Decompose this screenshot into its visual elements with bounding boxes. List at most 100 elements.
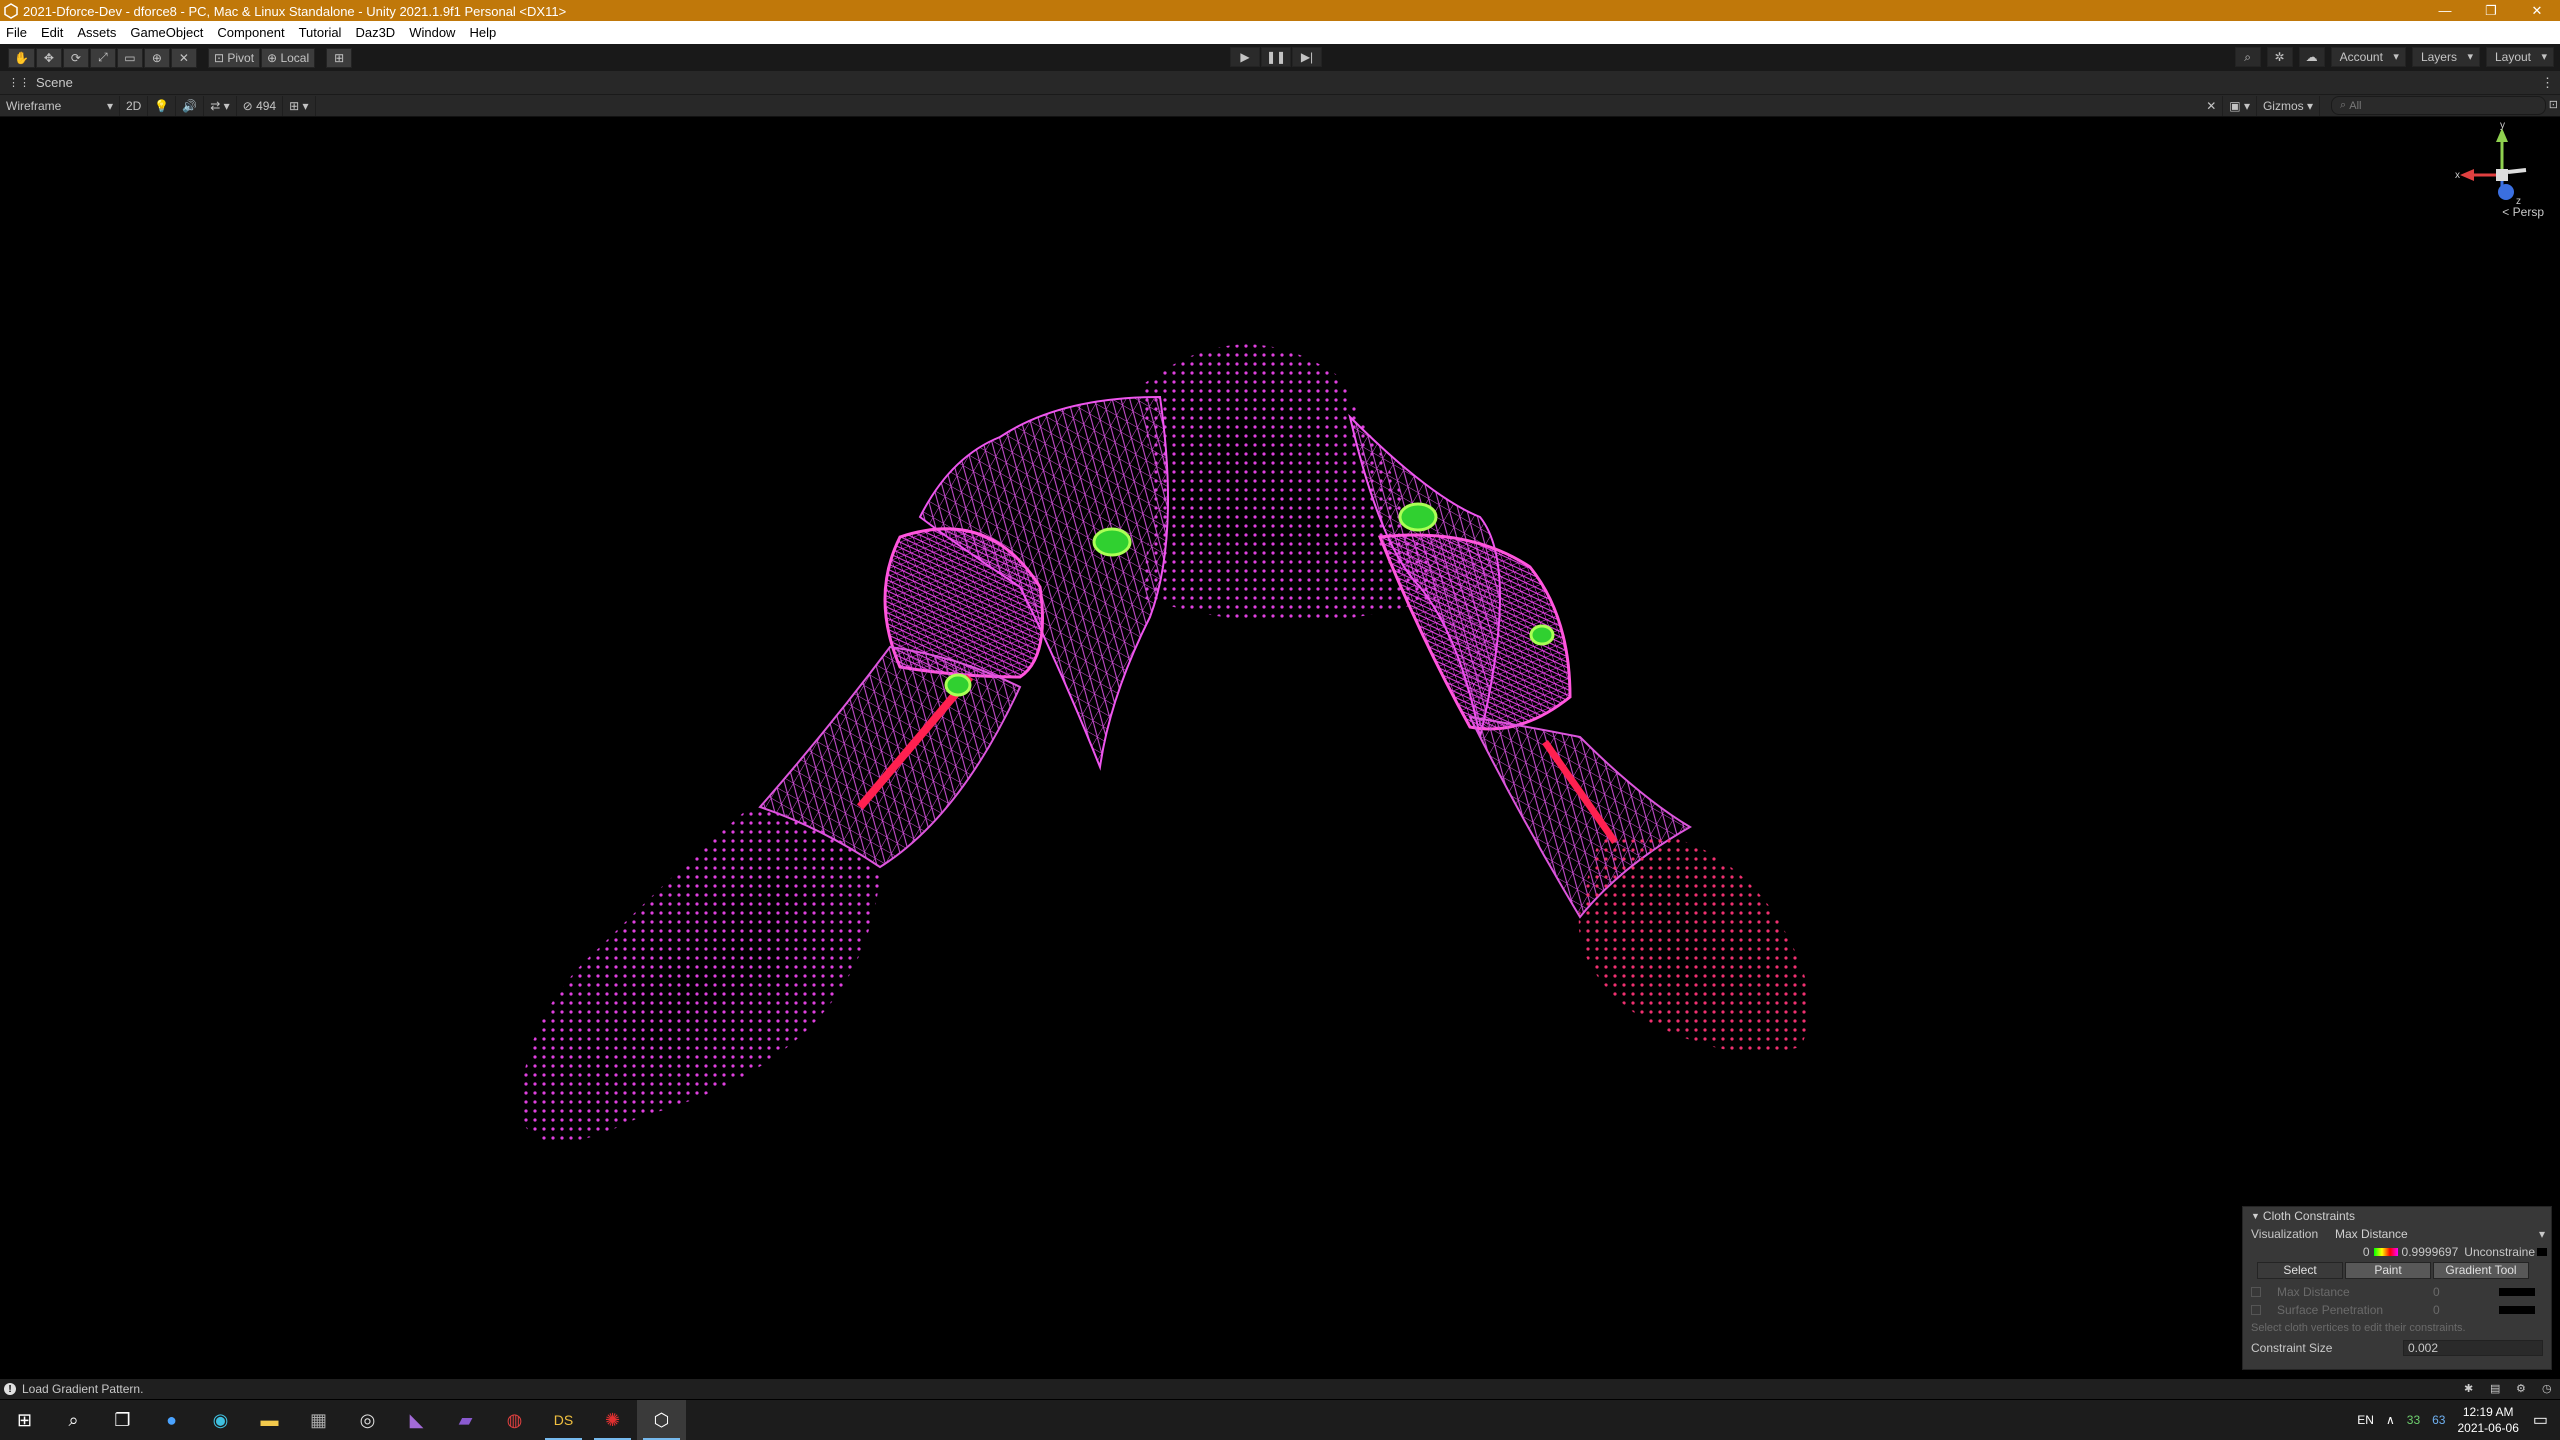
collab-status-icon[interactable]: ◷ bbox=[2542, 1382, 2556, 1396]
minimize-button[interactable]: — bbox=[2422, 0, 2468, 21]
menu-component[interactable]: Component bbox=[217, 25, 284, 40]
menu-tutorial[interactable]: Tutorial bbox=[299, 25, 342, 40]
local-toggle[interactable]: ⊕ Local bbox=[261, 47, 316, 68]
task-view-icon[interactable]: ❐ bbox=[98, 1400, 147, 1440]
rect-tool-icon[interactable]: ▭ bbox=[116, 47, 143, 68]
move-tool-icon[interactable]: ✥ bbox=[35, 47, 62, 68]
right-cuff-mesh bbox=[1578, 833, 1810, 1053]
menu-help[interactable]: Help bbox=[469, 25, 496, 40]
visualization-range-row: 0 0.9999697 Unconstraine bbox=[2243, 1243, 2551, 1261]
paint-button[interactable]: Paint bbox=[2345, 1261, 2431, 1279]
chevron-down-icon[interactable]: ▾ bbox=[2539, 1227, 2545, 1241]
windows-start-icon[interactable]: ⊞ bbox=[0, 1400, 49, 1440]
status-message[interactable]: Load Gradient Pattern. bbox=[22, 1382, 143, 1396]
projection-label[interactable]: < Persp bbox=[2502, 205, 2544, 219]
scale-tool-icon[interactable]: ⤢ bbox=[89, 47, 116, 68]
transform-tool-icon[interactable]: ⊕ bbox=[143, 47, 170, 68]
custom-tool-icon[interactable]: ✕ bbox=[170, 47, 197, 68]
camera-dropdown-icon[interactable]: ▣ ▾ bbox=[2223, 96, 2257, 116]
obs-icon[interactable]: ◎ bbox=[343, 1400, 392, 1440]
max-distance-checkbox[interactable] bbox=[2251, 1287, 2261, 1297]
constraint-size-input[interactable]: 0.002 bbox=[2403, 1340, 2543, 1356]
hand-tool-icon[interactable]: ✋ bbox=[8, 47, 35, 68]
2d-toggle[interactable]: 2D bbox=[120, 95, 149, 116]
unconstrained-label: Unconstraine bbox=[2464, 1245, 2535, 1259]
app-icon-3[interactable]: ✺ bbox=[588, 1400, 637, 1440]
green-marker-right-shoulder bbox=[1398, 502, 1438, 532]
tools-icon[interactable]: ✕ bbox=[2200, 96, 2224, 116]
chrome-icon[interactable]: ◍ bbox=[490, 1400, 539, 1440]
search-icon[interactable]: ⌕ bbox=[2234, 47, 2261, 67]
lighting-toggle-icon[interactable]: 💡 bbox=[148, 95, 177, 116]
gizmo-y-label: y bbox=[2500, 120, 2505, 131]
max-distance-value[interactable]: 0 bbox=[2433, 1285, 2499, 1299]
menu-gameobject[interactable]: GameObject bbox=[130, 25, 203, 40]
clock[interactable]: 12:19 AM 2021-06-06 bbox=[2457, 1404, 2518, 1436]
layers-dropdown[interactable]: Layers bbox=[2411, 47, 2480, 67]
rotate-tool-icon[interactable]: ⟳ bbox=[62, 47, 89, 68]
maximize-scene-icon[interactable]: ⊡ bbox=[2549, 98, 2558, 111]
auto-generate-lighting-icon[interactable]: ✱ bbox=[2464, 1382, 2478, 1396]
play-icon[interactable]: ▶ bbox=[1230, 47, 1260, 67]
debug-icon[interactable]: ⚙ bbox=[2516, 1382, 2530, 1396]
grid-snap-icon[interactable]: ⊞ bbox=[326, 47, 353, 68]
grid-dropdown-icon[interactable]: ⊞ ▾ bbox=[283, 95, 316, 116]
gpu-temp: 33 bbox=[2406, 1413, 2421, 1427]
layout-dropdown[interactable]: Layout bbox=[2485, 47, 2554, 67]
surface-penetration-value[interactable]: 0 bbox=[2433, 1303, 2499, 1317]
maximize-button[interactable]: ❐ bbox=[2468, 0, 2514, 21]
mail-app-icon[interactable]: ● bbox=[147, 1400, 196, 1440]
hidden-objects-toggle[interactable]: ⊘ 494 bbox=[237, 95, 284, 116]
cloud-icon[interactable]: ☁ bbox=[2298, 47, 2325, 67]
shading-mode-dropdown[interactable]: Wireframe ▾ bbox=[0, 95, 120, 116]
play-controls: ▶ ❚❚ ▶| bbox=[1230, 47, 1323, 67]
gizmo-x-cone bbox=[2460, 169, 2474, 181]
close-button[interactable]: ✕ bbox=[2514, 0, 2560, 21]
app-icon-1[interactable]: ▦ bbox=[294, 1400, 343, 1440]
step-icon[interactable]: ▶| bbox=[1292, 47, 1322, 67]
edge-browser-icon[interactable]: ◉ bbox=[196, 1400, 245, 1440]
visualization-dropdown[interactable]: Max Distance bbox=[2335, 1227, 2539, 1241]
cache-icon[interactable]: ▤ bbox=[2490, 1382, 2504, 1396]
account-dropdown[interactable]: Account bbox=[2330, 47, 2406, 67]
gizmo-x-label: x bbox=[2455, 170, 2460, 181]
notification-icon[interactable]: ▭ bbox=[2533, 1410, 2548, 1430]
system-tray: EN ∧ 33 63 12:19 AM 2021-06-06 ▭ bbox=[2357, 1400, 2560, 1440]
file-explorer-icon[interactable]: ▬ bbox=[245, 1400, 294, 1440]
range-min: 0 bbox=[2362, 1245, 2370, 1259]
daz-studio-icon[interactable]: DS bbox=[539, 1400, 588, 1440]
pause-icon[interactable]: ❚❚ bbox=[1261, 47, 1291, 67]
effects-dropdown-icon[interactable]: ⇄ ▾ bbox=[204, 95, 237, 116]
surface-penetration-checkbox[interactable] bbox=[2251, 1305, 2261, 1315]
scene-tab-icon: ⋮⋮ bbox=[8, 77, 30, 89]
pivot-icon: ⊡ bbox=[213, 50, 225, 65]
menu-file[interactable]: File bbox=[6, 25, 27, 40]
gizmo-z-cone bbox=[2498, 184, 2514, 200]
collapse-arrow-icon: ▼ bbox=[2251, 1211, 2260, 1221]
search-icon[interactable]: ⌕ bbox=[49, 1400, 98, 1440]
visual-studio-icon[interactable]: ◣ bbox=[392, 1400, 441, 1440]
tab-scene[interactable]: ⋮⋮ Scene bbox=[0, 75, 85, 90]
cloth-panel-header[interactable]: ▼ Cloth Constraints bbox=[2243, 1207, 2551, 1225]
gradient-tool-button[interactable]: Gradient Tool bbox=[2433, 1261, 2529, 1279]
app-icon-2[interactable]: ▰ bbox=[441, 1400, 490, 1440]
chevron-up-icon[interactable]: ∧ bbox=[2386, 1413, 2395, 1427]
unity-taskbar-icon[interactable]: ⬡ bbox=[637, 1400, 686, 1440]
pivot-toggle[interactable]: ⊡ Pivot bbox=[207, 47, 261, 68]
collab-icon[interactable]: ✲ bbox=[2266, 47, 2293, 67]
green-marker-left-shoulder bbox=[1092, 527, 1132, 557]
gizmos-dropdown[interactable]: Gizmos ▾ bbox=[2257, 96, 2320, 116]
scene-search-input[interactable]: ⌕ All bbox=[2331, 96, 2546, 115]
menu-daz3d[interactable]: Daz3D bbox=[355, 25, 395, 40]
clock-date: 2021-06-06 bbox=[2457, 1421, 2519, 1435]
menu-window[interactable]: Window bbox=[409, 25, 455, 40]
local-label: Local bbox=[280, 50, 310, 65]
menu-edit[interactable]: Edit bbox=[41, 25, 63, 40]
scene-viewport[interactable]: y x z < Persp ▼ Cloth Constraints Visual… bbox=[0, 117, 2560, 1379]
menu-assets[interactable]: Assets bbox=[77, 25, 116, 40]
audio-toggle-icon[interactable]: 🔊 bbox=[176, 95, 205, 116]
gizmos-label: Gizmos bbox=[2262, 99, 2304, 113]
language-indicator[interactable]: EN bbox=[2357, 1413, 2374, 1427]
more-options-icon[interactable]: ⋮ bbox=[2541, 75, 2554, 91]
select-button[interactable]: Select bbox=[2257, 1261, 2343, 1279]
